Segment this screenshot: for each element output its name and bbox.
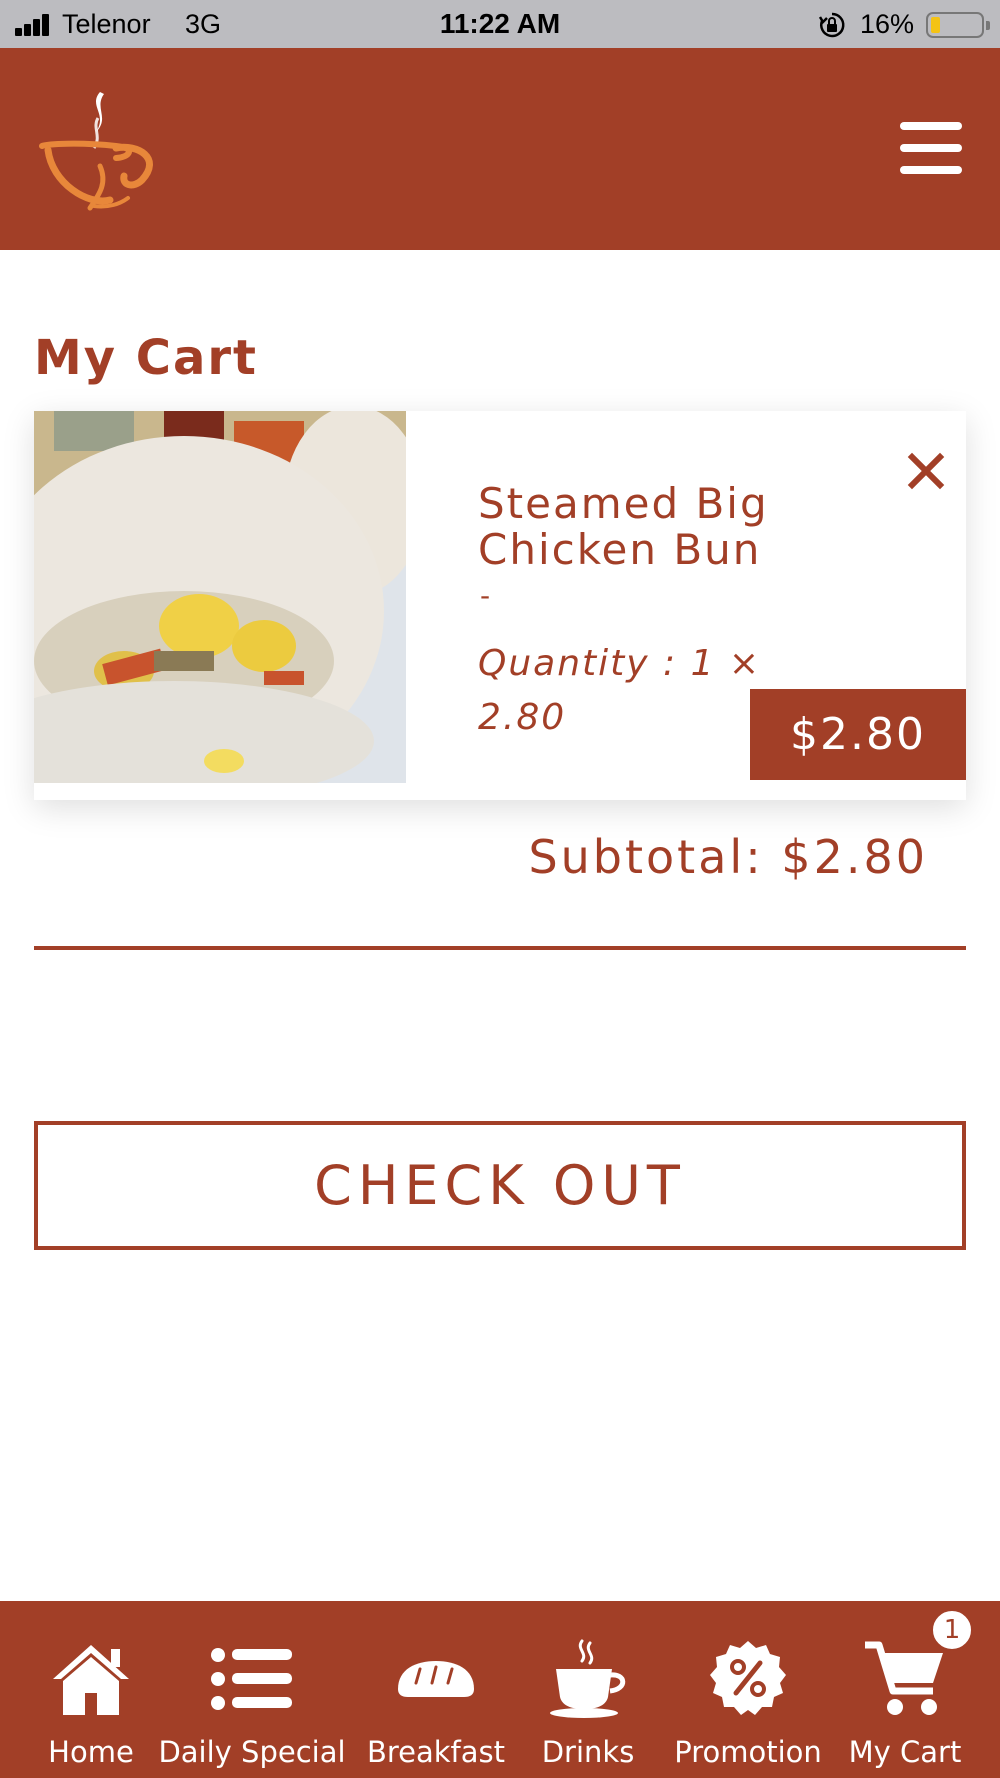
shopping-cart-icon bbox=[865, 1641, 943, 1715]
page-title: My Cart bbox=[34, 330, 258, 386]
app-header bbox=[0, 48, 1000, 250]
status-bar: Telenor 3G 11:22 AM 16% bbox=[0, 0, 1000, 48]
battery-percentage: 16% bbox=[860, 9, 915, 39]
nav-item-drinks[interactable]: Drinks bbox=[526, 1601, 650, 1778]
cart-item-card: Steamed Big Chicken Bun - Quantity : 1 ×… bbox=[34, 411, 966, 800]
percent-badge-icon bbox=[710, 1641, 786, 1715]
nav-label: My Cart bbox=[848, 1735, 962, 1769]
list-icon bbox=[211, 1648, 292, 1710]
cart-count-badge: 1 bbox=[931, 1609, 973, 1651]
nav-item-breakfast[interactable]: Breakfast bbox=[360, 1601, 512, 1778]
battery-icon bbox=[926, 12, 990, 38]
hamburger-menu-icon[interactable] bbox=[900, 122, 962, 174]
status-time: 11:22 AM bbox=[439, 8, 561, 39]
nav-label: Promotion bbox=[674, 1735, 822, 1769]
item-name: Steamed Big Chicken Bun bbox=[478, 479, 769, 574]
coffee-cup-logo[interactable] bbox=[38, 88, 164, 213]
nav-item-promotion[interactable]: Promotion bbox=[660, 1601, 836, 1778]
item-price: $2.80 bbox=[750, 689, 966, 780]
nav-item-home[interactable]: Home bbox=[36, 1601, 146, 1778]
divider bbox=[34, 946, 966, 950]
subtotal: Subtotal: $2.80 bbox=[528, 830, 928, 884]
nav-label: Breakfast bbox=[366, 1735, 506, 1769]
nav-label: Drinks bbox=[541, 1735, 635, 1769]
bottom-navigation: Home Daily Special Breakfast Drinks Prom… bbox=[0, 1601, 1000, 1778]
checkout-button[interactable]: CHECK OUT bbox=[34, 1121, 966, 1250]
nav-label: Home bbox=[48, 1735, 134, 1769]
item-quantity: Quantity : 1 × 2.80 bbox=[478, 643, 762, 738]
nav-label: Daily Special bbox=[158, 1735, 346, 1769]
orientation-lock-icon bbox=[818, 12, 845, 38]
steamed-bun-photo bbox=[34, 411, 406, 783]
item-separator: - bbox=[480, 579, 491, 612]
bread-icon bbox=[398, 1661, 474, 1697]
coffee-cup-icon bbox=[550, 1639, 626, 1718]
home-icon bbox=[53, 1645, 129, 1715]
nav-item-daily-special[interactable]: Daily Special bbox=[152, 1601, 352, 1778]
close-icon[interactable] bbox=[904, 449, 948, 493]
